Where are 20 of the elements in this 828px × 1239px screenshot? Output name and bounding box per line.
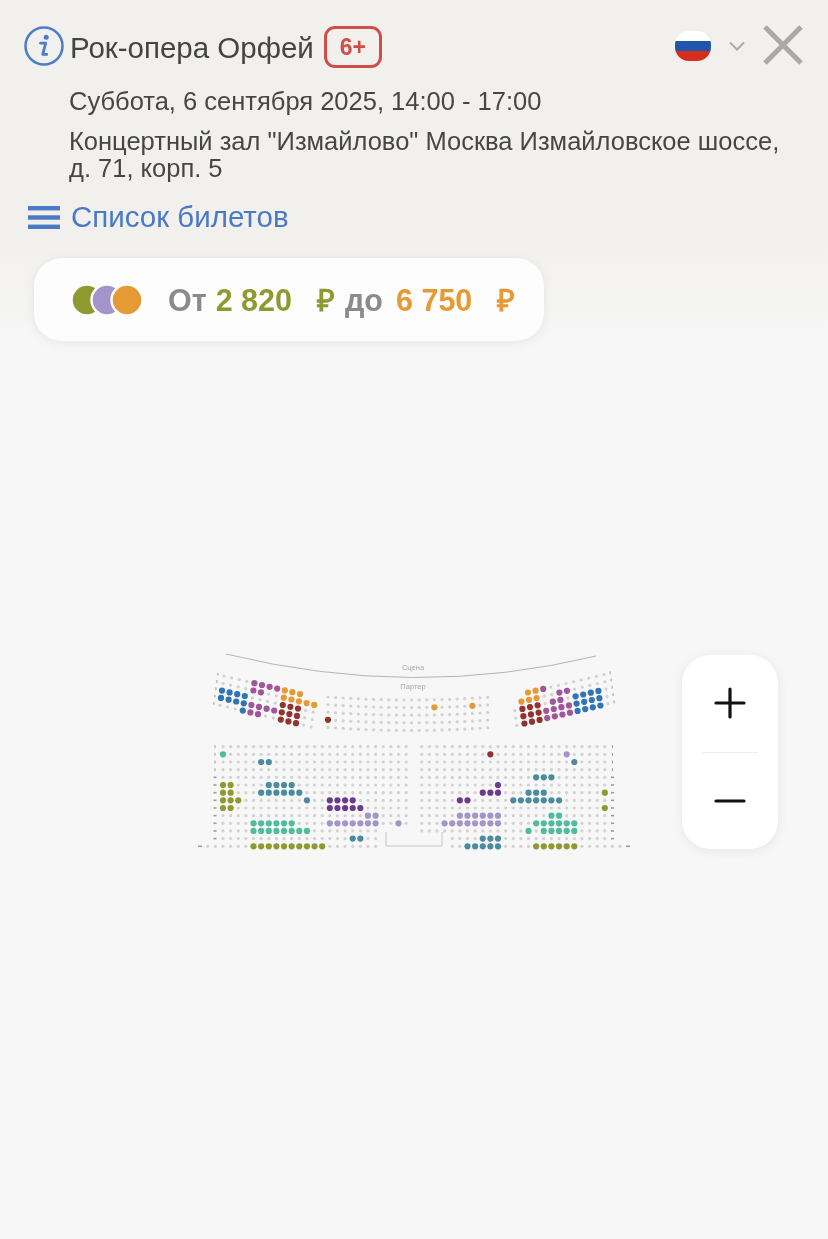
venue-address: Концертный зал "Измайлово" Москва Измайловское шоссе, д. 71, корп. 5 bbox=[69, 128, 781, 182]
max-price: 6 750 bbox=[396, 282, 473, 317]
price-from-label: От bbox=[168, 282, 207, 317]
menu-icon bbox=[28, 205, 60, 229]
price-to-label: до bbox=[345, 282, 383, 317]
caret-icon bbox=[729, 41, 745, 51]
age-badge: 6+ bbox=[323, 26, 382, 68]
plus-icon bbox=[714, 687, 746, 720]
close-button[interactable] bbox=[762, 24, 804, 66]
min-price: 2 820 bbox=[215, 282, 292, 317]
currency-sign: ₽ bbox=[317, 282, 335, 317]
info-icon[interactable] bbox=[24, 26, 64, 66]
close-icon bbox=[762, 24, 804, 66]
event-title: Рок-опера Орфей bbox=[70, 30, 314, 66]
flag-icon bbox=[675, 31, 711, 61]
currency-sign: ₽ bbox=[497, 282, 516, 317]
minus-icon bbox=[714, 798, 746, 803]
ticket-list-link[interactable]: Список билетов bbox=[28, 200, 289, 234]
event-date: Суббота, 6 сентября 2025, 14:00 - 17:00 bbox=[69, 88, 543, 115]
bracket-outline bbox=[385, 831, 443, 847]
